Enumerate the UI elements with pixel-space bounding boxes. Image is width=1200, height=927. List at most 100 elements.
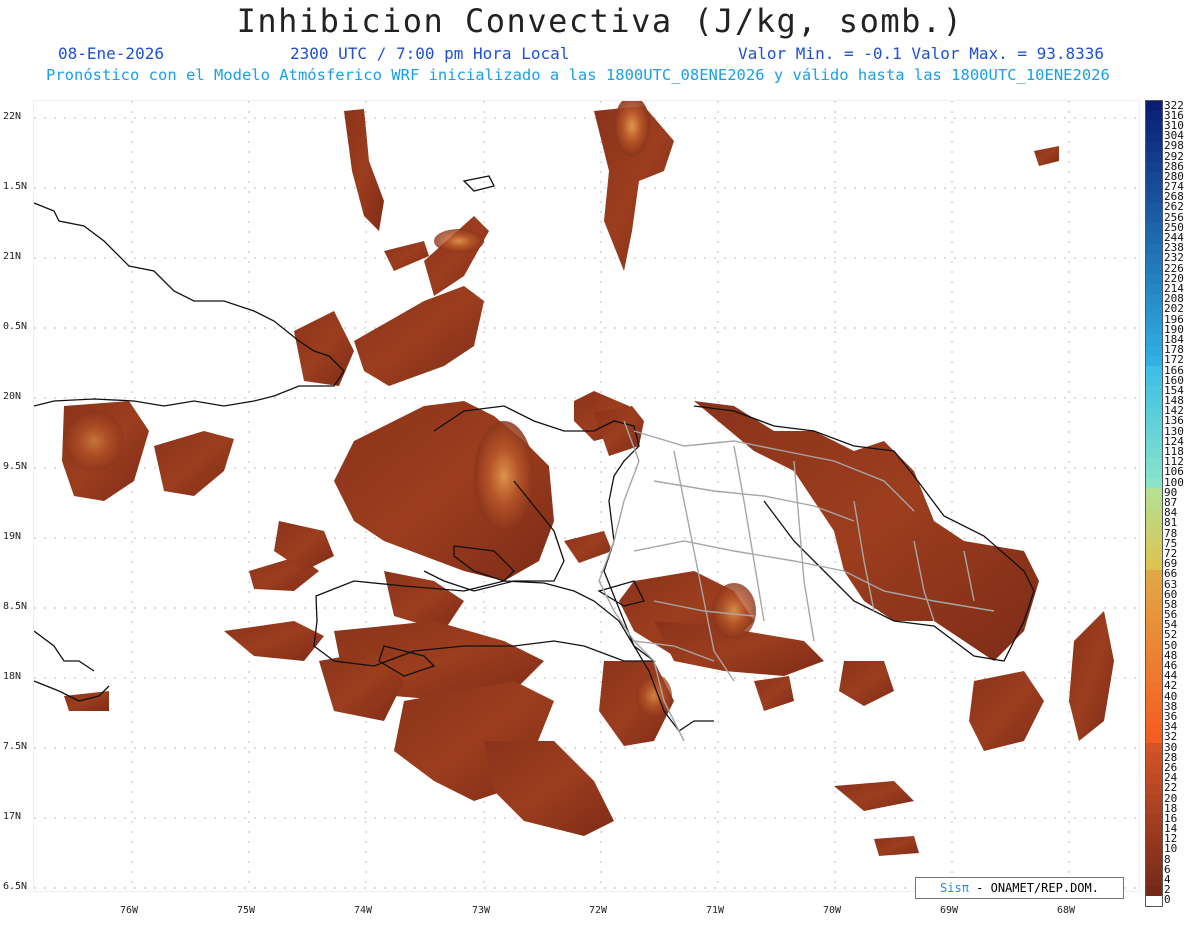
- colorbar-swatch: [1146, 233, 1162, 245]
- colorbar-swatch: [1146, 508, 1162, 520]
- colorbar-swatch: [1146, 467, 1162, 479]
- colorbar-swatch: [1146, 641, 1162, 652]
- colorbar-swatch: [1146, 610, 1162, 622]
- colorbar-swatch: [1146, 223, 1162, 234]
- colorbar-swatch: [1146, 773, 1162, 785]
- colorbar-swatch: [1146, 182, 1162, 194]
- colorbar-swatch: [1146, 742, 1162, 754]
- colorbar-swatch: [1146, 600, 1162, 611]
- forecast-info: Pronóstico con el Modelo Atmósferico WRF…: [46, 66, 1110, 84]
- colorbar-swatch: [1146, 131, 1162, 143]
- colorbar-swatch: [1146, 406, 1162, 418]
- lat-label: 9.5N: [3, 461, 28, 472]
- colorbar-swatch: [1146, 304, 1162, 316]
- colorbar-swatch: [1146, 528, 1162, 540]
- colorbar-swatch: [1146, 213, 1162, 224]
- colorbar-swatch: [1146, 895, 1162, 907]
- colorbar-swatch: [1146, 569, 1162, 581]
- credit-brand: Sisπ: [940, 881, 969, 895]
- colorbar-swatch: [1146, 478, 1162, 489]
- lon-label: 70W: [823, 905, 842, 916]
- colorbar-swatch: [1146, 875, 1162, 887]
- colorbar-swatch: [1146, 590, 1162, 601]
- colorbar-swatch: [1146, 804, 1162, 815]
- colorbar-swatch: [1146, 141, 1162, 153]
- colorbar-swatch: [1146, 151, 1162, 163]
- credit-box: Sisπ - ONAMET/REP.DOM.: [915, 877, 1124, 899]
- colorbar-swatch: [1146, 345, 1162, 357]
- colorbar-swatch: [1146, 783, 1162, 795]
- lat-label: 17N: [3, 811, 22, 822]
- lon-label: 75W: [237, 905, 256, 916]
- colorbar-swatch: [1146, 559, 1162, 571]
- lat-label: 18N: [3, 671, 22, 682]
- colorbar-swatch: [1146, 722, 1162, 734]
- lon-label: 71W: [706, 905, 725, 916]
- lat-label: 7.5N: [3, 741, 28, 752]
- lon-label: 68W: [1057, 905, 1076, 916]
- colorbar-swatch: [1146, 855, 1162, 866]
- map-canvas: [33, 100, 1140, 892]
- colorbar-swatch: [1146, 712, 1162, 724]
- colorbar-swatch: [1146, 202, 1162, 214]
- colorbar-swatch: [1146, 192, 1162, 204]
- lat-label: 1.5N: [3, 181, 28, 192]
- lat-label: 6.5N: [3, 881, 28, 892]
- colorbar-swatch: [1146, 121, 1162, 133]
- colorbar-swatch: [1146, 437, 1162, 448]
- forecast-date: 08-Ene-2026: [58, 44, 164, 63]
- colorbar-swatch: [1146, 447, 1162, 459]
- lat-label: 20N: [3, 391, 22, 402]
- colorbar-swatch: [1146, 661, 1162, 673]
- colorbar-swatch: [1146, 518, 1162, 530]
- colorbar-swatch: [1146, 702, 1162, 713]
- colorbar-swatch: [1146, 814, 1162, 825]
- colorbar-swatch: [1146, 294, 1162, 306]
- lat-label: 8.5N: [3, 601, 28, 612]
- colorbar-swatch: [1146, 579, 1162, 591]
- colorbar-swatch: [1146, 865, 1162, 876]
- lon-label: 74W: [354, 905, 373, 916]
- colorbar-swatch: [1146, 253, 1162, 265]
- colorbar-label: 0: [1164, 893, 1171, 907]
- lat-label: 0.5N: [3, 321, 28, 332]
- colorbar: [1145, 100, 1163, 907]
- colorbar-swatch: [1146, 325, 1162, 336]
- colorbar-swatch: [1146, 539, 1162, 550]
- colorbar-swatch: [1146, 335, 1162, 347]
- colorbar-swatch: [1146, 844, 1162, 856]
- colorbar-swatch: [1146, 172, 1162, 184]
- colorbar-swatch: [1146, 549, 1162, 561]
- lon-label: 69W: [940, 905, 959, 916]
- colorbar-swatch: [1146, 376, 1162, 387]
- colorbar-swatch: [1146, 753, 1162, 764]
- colorbar-swatch: [1146, 365, 1162, 377]
- colorbar-swatch: [1146, 498, 1162, 510]
- colorbar-swatch: [1146, 763, 1162, 775]
- colorbar-swatch: [1146, 620, 1162, 632]
- colorbar-swatch: [1146, 111, 1162, 122]
- colorbar-swatch: [1146, 630, 1162, 642]
- lon-label: 72W: [589, 905, 608, 916]
- lon-label: 73W: [472, 905, 491, 916]
- min-max-values: Valor Min. = -0.1 Valor Max. = 93.8336: [738, 44, 1105, 63]
- credit-text: - ONAMET/REP.DOM.: [968, 881, 1099, 895]
- colorbar-swatch: [1146, 396, 1162, 408]
- lat-label: 22N: [3, 111, 22, 122]
- colorbar-swatch: [1146, 416, 1162, 428]
- colorbar-swatch: [1146, 824, 1162, 836]
- lat-label: 21N: [3, 251, 22, 262]
- colorbar-swatch: [1146, 274, 1162, 285]
- colorbar-swatch: [1146, 692, 1162, 703]
- colorbar-swatch: [1146, 793, 1162, 805]
- colorbar-swatch: [1146, 101, 1162, 112]
- colorbar-swatch: [1146, 834, 1162, 846]
- lat-gridlines: [34, 117, 1139, 889]
- colorbar-swatch: [1146, 427, 1162, 438]
- colorbar-swatch: [1146, 885, 1162, 897]
- colorbar-swatch: [1146, 651, 1162, 662]
- lon-label: 76W: [120, 905, 139, 916]
- colorbar-swatch: [1146, 671, 1162, 683]
- colorbar-swatch: [1146, 243, 1162, 255]
- valid-time: 2300 UTC / 7:00 pm Hora Local: [290, 44, 570, 63]
